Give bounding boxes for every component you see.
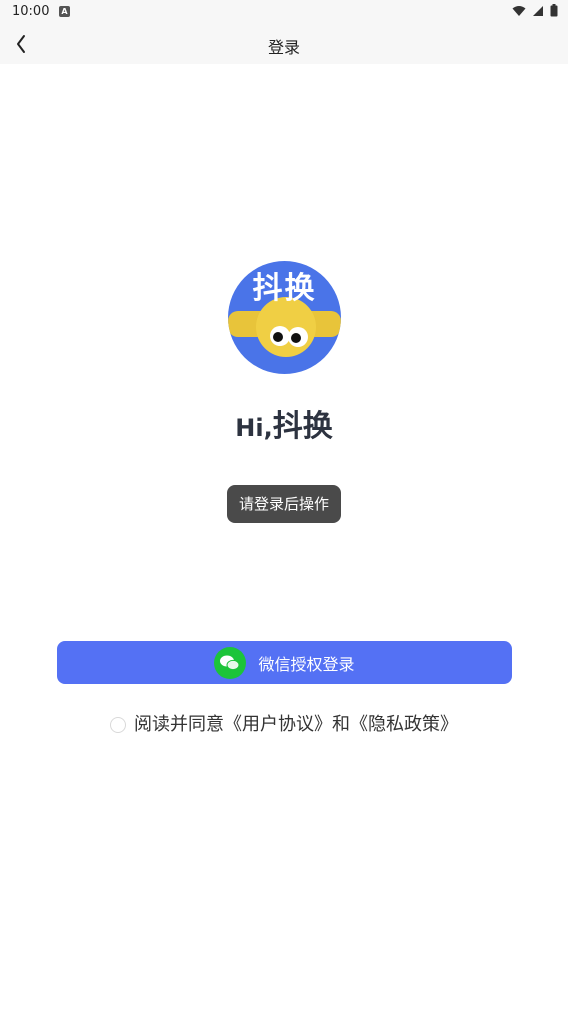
privacy-policy-link[interactable]: 《隐私政策》 — [350, 714, 458, 735]
logo-text: 抖换 — [252, 271, 317, 306]
agreement-prefix: 阅读并同意 — [134, 714, 224, 735]
greeting-hi: Hi, — [235, 414, 273, 442]
page-title: 登录 — [267, 38, 300, 57]
signal-icon — [533, 5, 543, 16]
user-agreement-link[interactable]: 《用户协议》 — [224, 714, 332, 735]
nav-bar: 登录 — [0, 24, 568, 64]
wechat-login-button[interactable]: 微信授权登录 — [57, 641, 512, 684]
status-bar: 10:00 A — [0, 0, 568, 24]
agreement-conjunction: 和 — [332, 714, 350, 735]
wechat-icon — [214, 646, 247, 679]
agreement-row: 阅读并同意《用户协议》和《隐私政策》 — [0, 710, 568, 736]
agreement-checkbox[interactable] — [110, 717, 126, 733]
status-time: 10:00 — [12, 4, 50, 19]
battery-icon — [550, 4, 558, 17]
system-icons — [512, 4, 558, 17]
greeting: Hi,抖换 — [0, 401, 568, 445]
greeting-app-name: 抖换 — [272, 409, 333, 444]
a-icon: A — [59, 6, 70, 17]
wechat-login-label: 微信授权登录 — [258, 654, 355, 674]
app-logo: 抖换 — [228, 261, 341, 374]
login-required-toast: 请登录后操作 — [227, 485, 341, 523]
wifi-icon — [512, 5, 526, 16]
